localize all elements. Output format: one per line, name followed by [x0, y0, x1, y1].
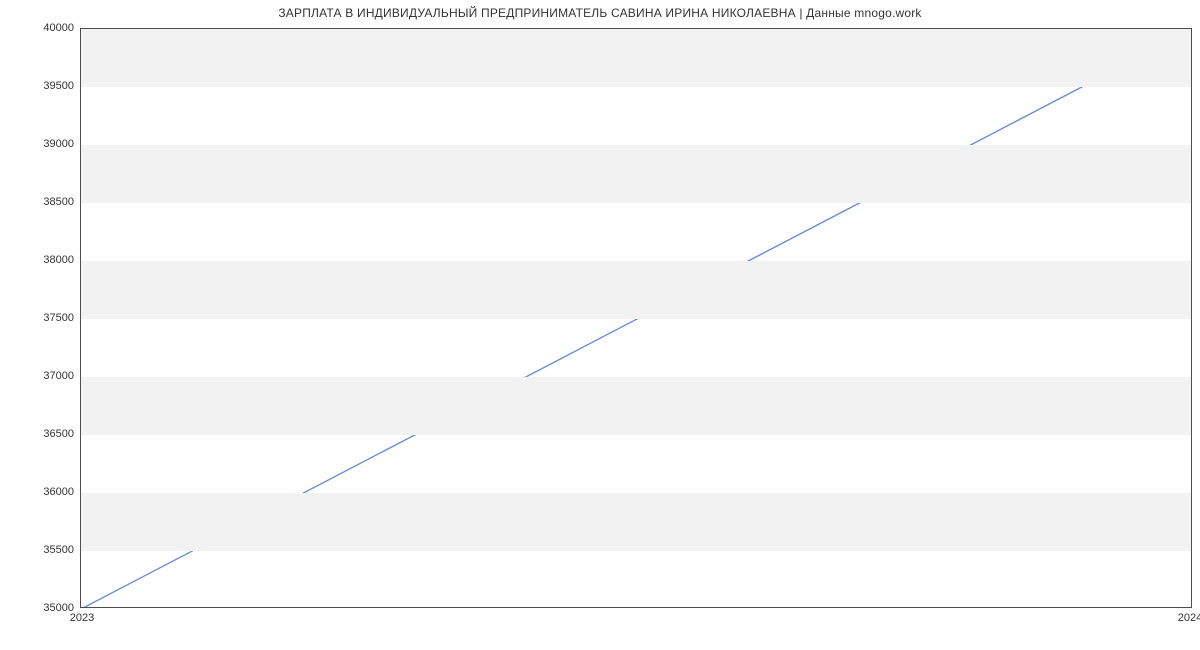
y-tick-label: 38500 — [14, 196, 74, 208]
y-tick-label: 40000 — [14, 22, 74, 34]
y-tick-label: 37000 — [14, 370, 74, 382]
y-tick-label: 35500 — [14, 544, 74, 556]
y-tick-label: 38000 — [14, 254, 74, 266]
plot-area — [80, 28, 1192, 608]
grid-band — [81, 145, 1191, 203]
y-tick-label: 36000 — [14, 486, 74, 498]
grid-band — [81, 261, 1191, 319]
salary-chart: ЗАРПЛАТА В ИНДИВИДУАЛЬНЫЙ ПРЕДПРИНИМАТЕЛ… — [0, 0, 1200, 650]
x-tick-label: 2024 — [1178, 612, 1200, 624]
y-tick-label: 35000 — [14, 602, 74, 614]
y-tick-label: 39500 — [14, 80, 74, 92]
y-tick-label: 39000 — [14, 138, 74, 150]
y-tick-label: 37500 — [14, 312, 74, 324]
y-tick-label: 36500 — [14, 428, 74, 440]
grid-band — [81, 377, 1191, 435]
grid-band — [81, 493, 1191, 551]
grid-band — [81, 29, 1191, 87]
x-tick-label: 2023 — [70, 612, 94, 624]
chart-title: ЗАРПЛАТА В ИНДИВИДУАЛЬНЫЙ ПРЕДПРИНИМАТЕЛ… — [0, 6, 1200, 20]
